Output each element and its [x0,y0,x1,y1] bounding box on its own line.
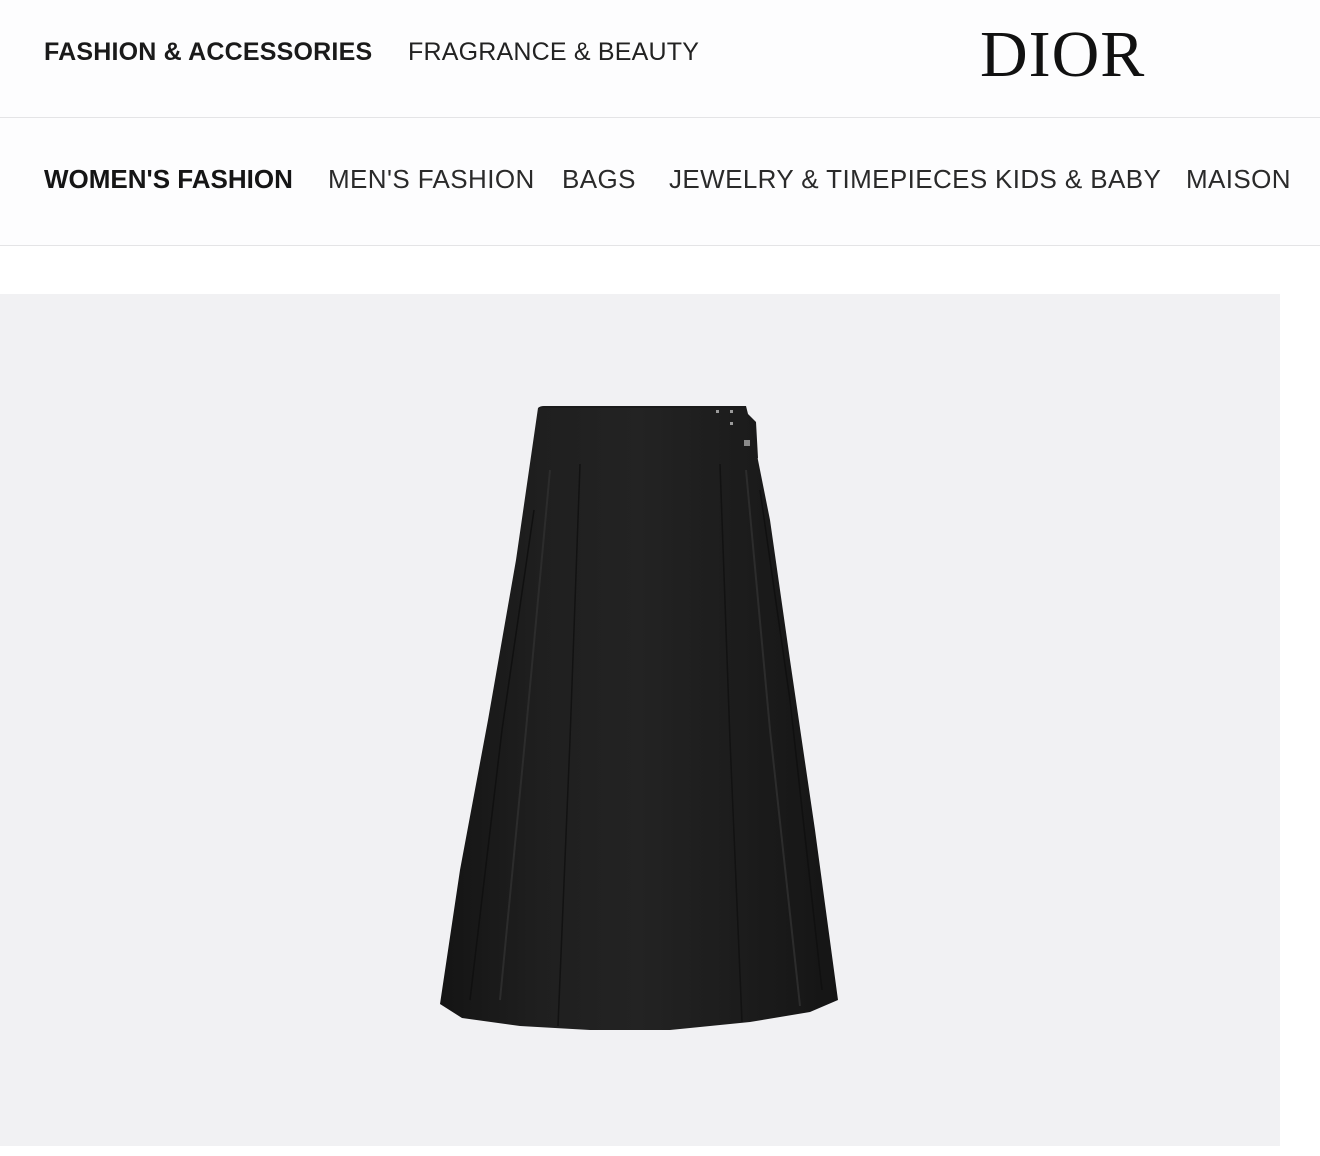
category-nav: WOMEN'S FASHION MEN'S FASHION BAGS JEWEL… [0,118,1320,246]
buckle-icon [744,440,750,446]
dior-logo[interactable]: DIOR [980,18,1145,92]
category-womens-fashion[interactable]: WOMEN'S FASHION [44,164,293,195]
nav-fragrance-beauty[interactable]: FRAGRANCE & BEAUTY [408,38,699,67]
category-mens-fashion[interactable]: MEN'S FASHION [328,164,535,195]
nav-fashion-accessories[interactable]: FASHION & ACCESSORIES [44,38,372,67]
category-bags[interactable]: BAGS [562,164,636,195]
buckle-stud-icon [730,422,733,425]
category-jewelry-timepieces[interactable]: JEWELRY & TIMEPIECES [669,164,988,195]
top-bar: FASHION & ACCESSORIES FRAGRANCE & BEAUTY… [0,0,1320,118]
buckle-stud-icon [716,410,719,413]
buckle-stud-icon [730,410,733,413]
category-kids-baby[interactable]: KIDS & BABY [995,164,1161,195]
product-image-skirt[interactable] [430,400,850,1040]
category-maison[interactable]: MAISON [1186,164,1291,195]
skirt-body [440,408,838,1030]
